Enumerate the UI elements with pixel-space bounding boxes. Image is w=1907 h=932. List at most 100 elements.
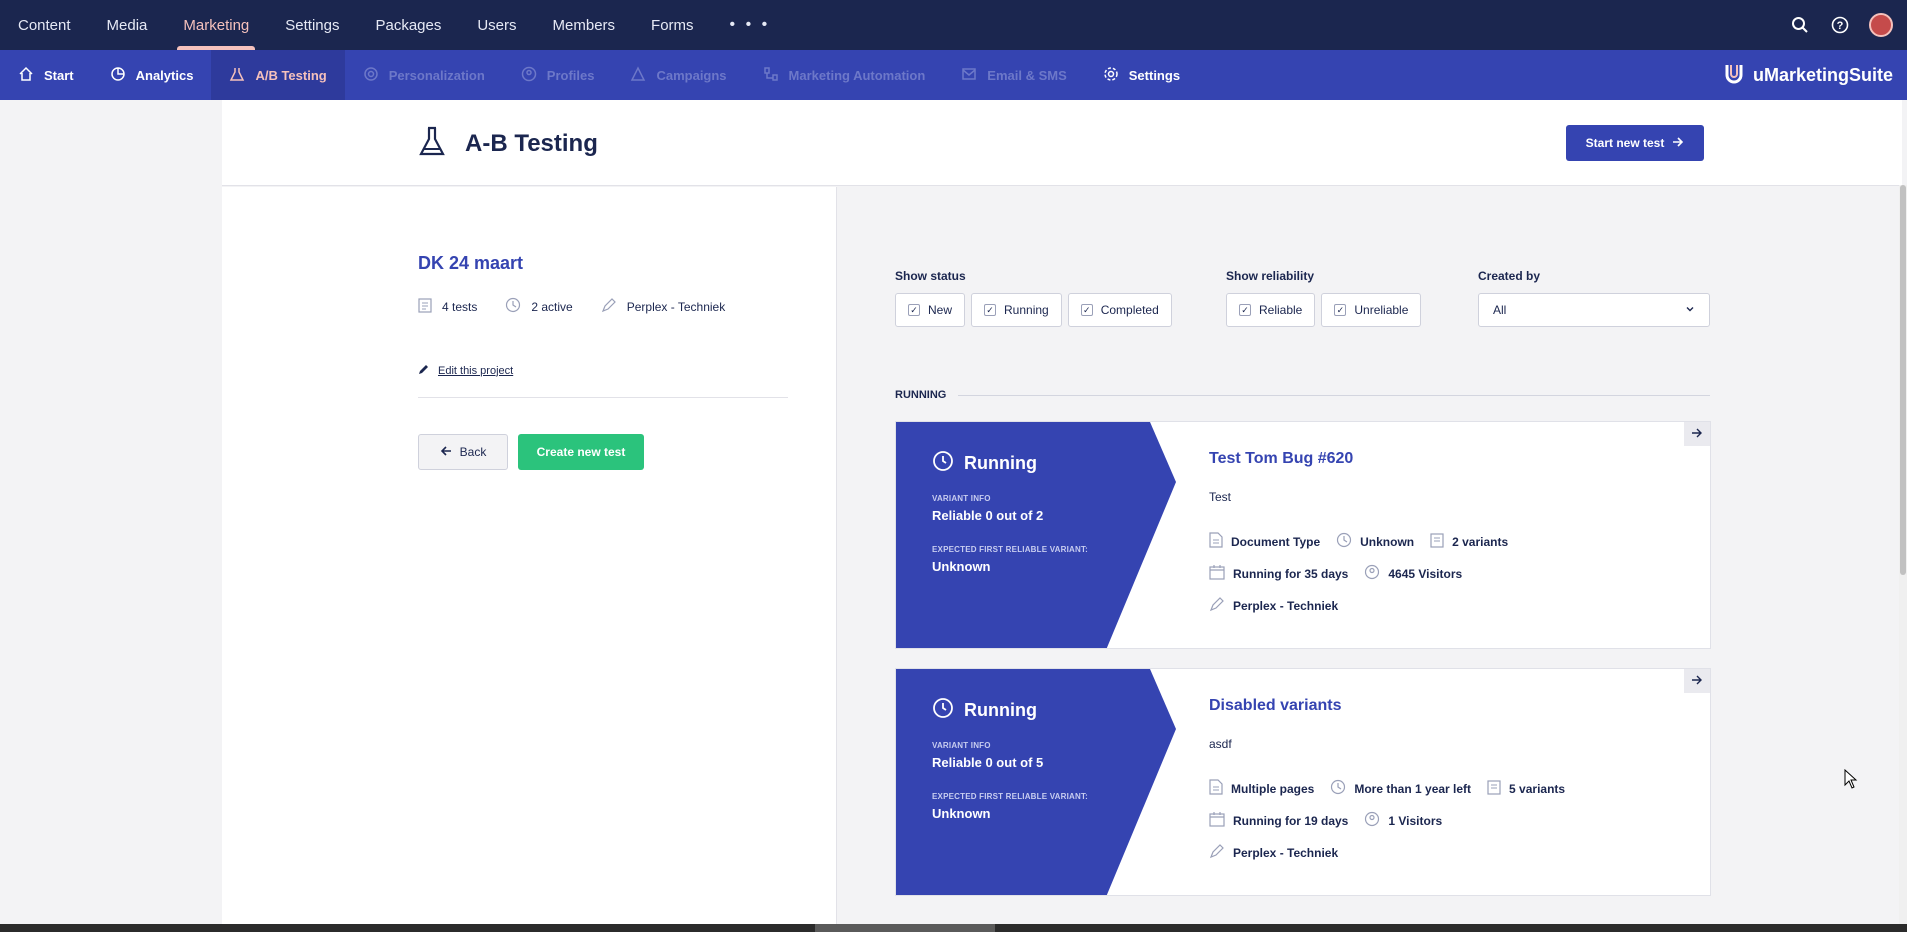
tests-panel: Show status ✓ New ✓ Running ✓ Completed … xyxy=(838,187,1902,924)
subnav-label: Profiles xyxy=(546,67,595,83)
chip-label: New xyxy=(928,303,953,317)
arrow-right-icon xyxy=(1672,136,1684,151)
nav-members[interactable]: Members xyxy=(535,0,634,50)
created-by-label: Created by xyxy=(1478,269,1541,283)
chevron-down-icon xyxy=(1685,303,1695,317)
flask-icon xyxy=(417,126,447,161)
filter-new[interactable]: ✓ New xyxy=(895,293,966,327)
pen-icon xyxy=(1209,843,1225,862)
open-test-button[interactable] xyxy=(1684,422,1710,446)
pen-icon xyxy=(601,297,617,316)
filter-running[interactable]: ✓ Running xyxy=(971,293,1062,327)
created-by-value: All xyxy=(1493,303,1507,317)
test-running-for: Running for 35 days xyxy=(1233,566,1349,581)
subnav-ab-testing[interactable]: A/B Testing xyxy=(211,50,345,100)
checkbox-checked-icon: ✓ xyxy=(1080,304,1093,316)
filter-reliable[interactable]: ✓ Reliable xyxy=(1226,293,1316,327)
divider xyxy=(418,397,788,398)
test-owner: Perplex - Techniek xyxy=(1233,598,1339,613)
subnav-label: Analytics xyxy=(135,67,194,83)
status-filter-label: Show status xyxy=(895,269,966,283)
subnav-start[interactable]: Start xyxy=(0,50,92,100)
edit-project-link[interactable]: Edit this project xyxy=(418,363,513,378)
nav-content[interactable]: Content xyxy=(0,0,89,50)
project-active-count: 2 active xyxy=(531,299,573,314)
subnav-label: A/B Testing xyxy=(255,67,327,83)
variant-info-value: Reliable 0 out of 2 xyxy=(932,508,1044,523)
test-title[interactable]: Test Tom Bug #620 xyxy=(1209,450,1353,468)
project-title: DK 24 maart xyxy=(418,253,524,273)
test-type: Multiple pages xyxy=(1231,781,1315,796)
subnav-marketing-automation[interactable]: Marketing Automation xyxy=(745,50,944,100)
scrollbar-thumb[interactable] xyxy=(1900,185,1906,575)
nav-marketing[interactable]: Marketing xyxy=(165,0,267,50)
test-meta-row: Document Type Unknown 2 variants xyxy=(1209,532,1508,551)
nav-settings[interactable]: Settings xyxy=(267,0,357,50)
test-title[interactable]: Disabled variants xyxy=(1209,697,1342,715)
test-time-left: Unknown xyxy=(1360,534,1415,549)
created-by-select[interactable]: All xyxy=(1478,293,1710,327)
mouse-cursor-icon xyxy=(1844,768,1858,792)
chip-label: Running xyxy=(1004,303,1049,317)
reliability-filter: Show reliability ✓ Reliable ✓ Unreliable xyxy=(1226,269,1422,327)
expected-variant-label: EXPECTED FIRST RELIABLE VARIANT: xyxy=(932,792,1089,801)
top-navigation: Content Media Marketing Settings Package… xyxy=(0,0,1907,50)
filter-completed[interactable]: ✓ Completed xyxy=(1067,293,1172,327)
create-new-test-button[interactable]: Create new test xyxy=(518,434,644,470)
test-meta-row: Running for 35 days 4645 Visitors xyxy=(1209,564,1462,583)
subnav-email-sms[interactable]: Email & SMS xyxy=(943,50,1084,100)
variant-info-label: VARIANT INFO xyxy=(932,494,991,503)
user-circle-icon xyxy=(1364,564,1380,583)
subnav-profiles[interactable]: Profiles xyxy=(503,50,613,100)
gear-icon xyxy=(1103,66,1119,85)
project-owner: Perplex - Techniek xyxy=(626,299,726,314)
subnav-campaigns[interactable]: Campaigns xyxy=(612,50,744,100)
project-tests-count: 4 tests xyxy=(442,299,478,314)
subnav-personalization[interactable]: Personalization xyxy=(345,50,503,100)
back-button[interactable]: Back xyxy=(418,434,508,470)
svg-text:?: ? xyxy=(1837,20,1844,32)
help-icon[interactable]: ? xyxy=(1829,14,1851,36)
pen-icon xyxy=(1209,596,1225,615)
test-description: Test xyxy=(1209,490,1232,504)
subnav-label: Email & SMS xyxy=(987,67,1067,83)
search-icon[interactable] xyxy=(1789,14,1811,36)
page-scrollbar[interactable] xyxy=(1899,185,1907,924)
subnav-settings[interactable]: Settings xyxy=(1085,50,1198,100)
checkbox-checked-icon: ✓ xyxy=(1239,304,1251,316)
user-avatar[interactable] xyxy=(1869,13,1893,37)
variant-info-value: Reliable 0 out of 5 xyxy=(932,755,1044,770)
main-content: A-B Testing Start new test DK 24 maart 4… xyxy=(222,100,1902,924)
back-label: Back xyxy=(459,445,487,459)
filter-unreliable[interactable]: ✓ Unreliable xyxy=(1321,293,1422,327)
clipboard-icon xyxy=(1487,779,1501,798)
start-new-test-button[interactable]: Start new test xyxy=(1566,125,1704,161)
user-circle-icon xyxy=(1364,811,1380,830)
brand-logo: uMarketingSuite xyxy=(1723,62,1907,89)
nav-packages[interactable]: Packages xyxy=(357,0,459,50)
nav-users[interactable]: Users xyxy=(459,0,534,50)
page-title: A-B Testing xyxy=(465,129,598,157)
nav-forms[interactable]: Forms xyxy=(633,0,712,50)
open-test-button[interactable] xyxy=(1684,669,1710,693)
test-description: asdf xyxy=(1209,737,1232,751)
brand-name: uMarketingSuite xyxy=(1752,64,1893,85)
nav-media[interactable]: Media xyxy=(89,0,166,50)
email-icon xyxy=(961,66,977,85)
edit-project-label: Edit this project xyxy=(438,364,514,377)
clock-icon xyxy=(932,697,954,724)
test-card[interactable]: Running VARIANT INFO Reliable 0 out of 2… xyxy=(895,421,1711,649)
horizontal-scrollbar-thumb[interactable] xyxy=(815,924,995,932)
test-variants: 2 variants xyxy=(1452,534,1509,549)
horizontal-scrollbar[interactable] xyxy=(0,924,1907,932)
variant-info-label: VARIANT INFO xyxy=(932,741,991,750)
subnav-label: Start xyxy=(44,67,74,83)
arrow-right-icon xyxy=(1691,427,1703,442)
test-meta-row: Perplex - Techniek xyxy=(1209,596,1338,615)
status-filter: Show status ✓ New ✓ Running ✓ Completed xyxy=(895,269,1172,327)
marketing-subnav: Start Analytics A/B Testing Personalizat… xyxy=(0,50,1907,100)
created-by-filter: Created by All xyxy=(1478,269,1710,327)
test-card[interactable]: Running VARIANT INFO Reliable 0 out of 5… xyxy=(895,668,1711,896)
nav-more-button[interactable]: • • • xyxy=(712,16,789,34)
subnav-analytics[interactable]: Analytics xyxy=(92,50,212,100)
